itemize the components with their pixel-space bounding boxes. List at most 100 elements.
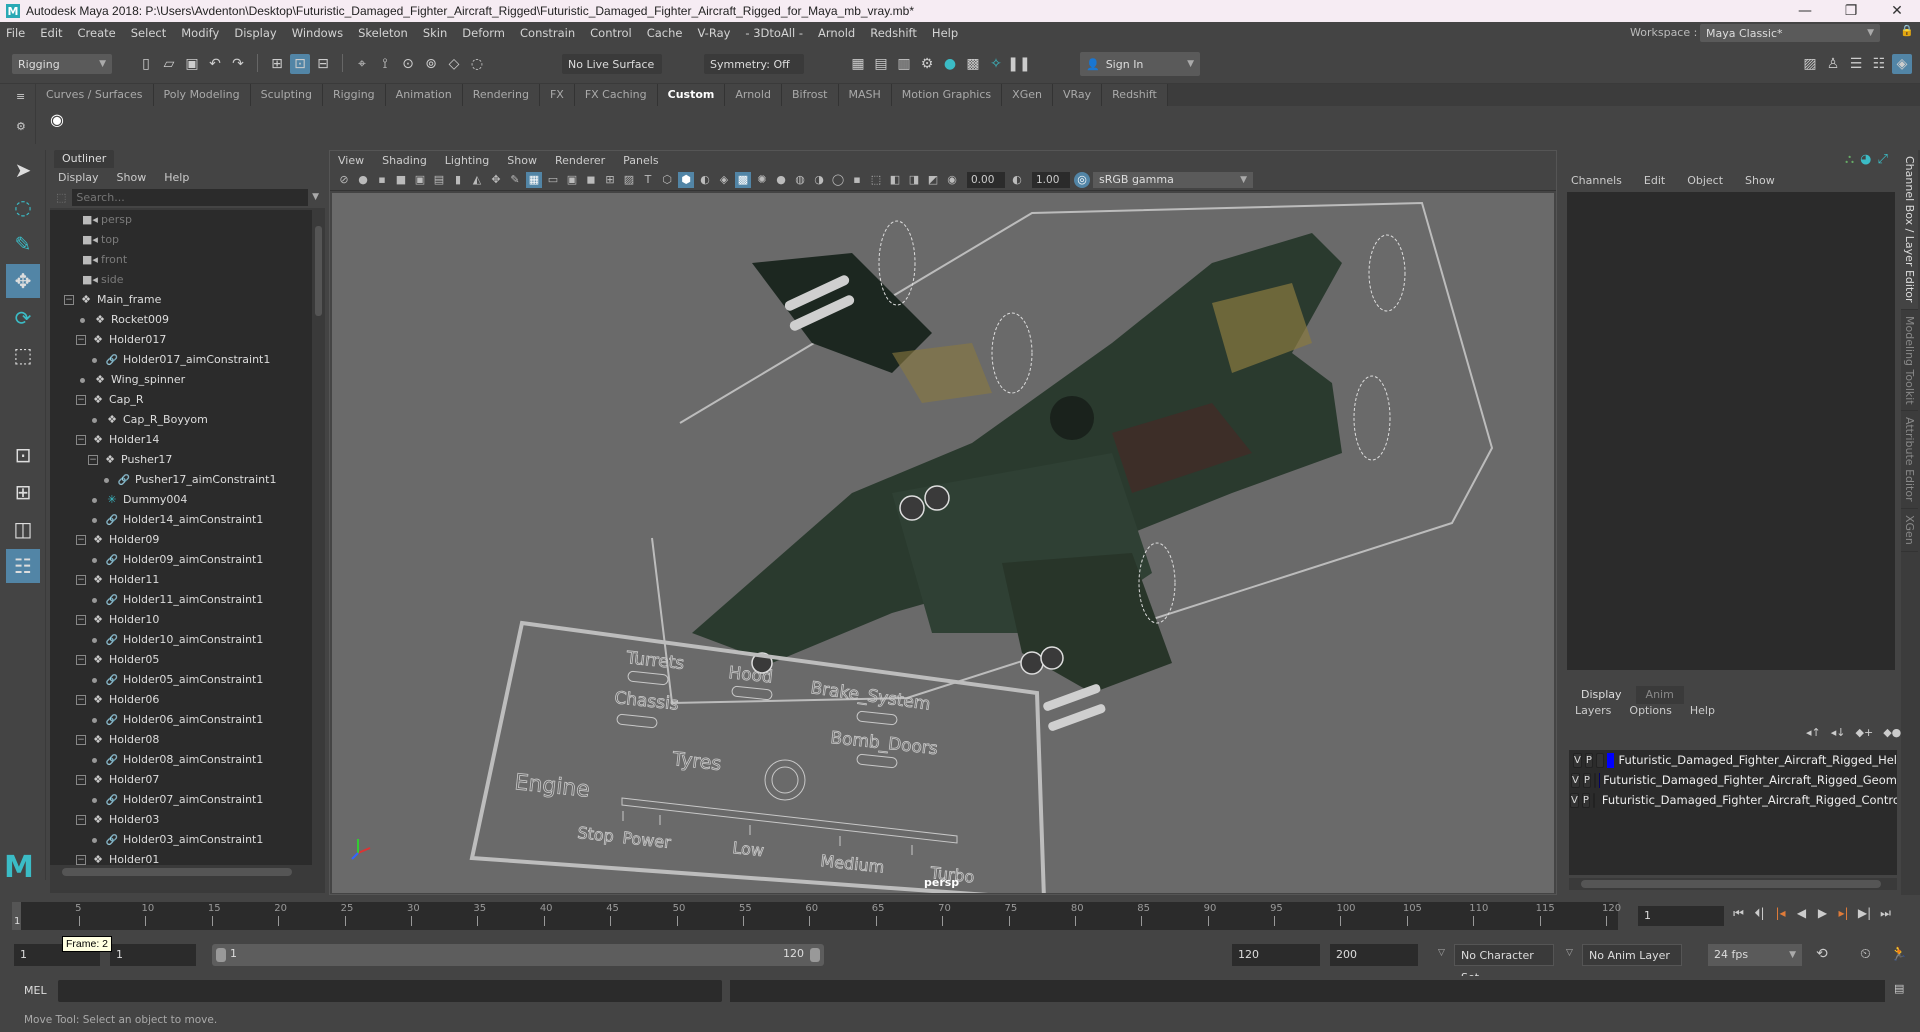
chevron-down-icon[interactable]: ▽ bbox=[1566, 948, 1573, 958]
tab-display[interactable]: Display bbox=[1571, 686, 1632, 704]
viewport-menu-panels[interactable]: Panels bbox=[623, 154, 658, 167]
collapse-toggle[interactable]: − bbox=[76, 855, 86, 865]
outliner-menu-display[interactable]: Display bbox=[58, 171, 99, 184]
shadows-icon[interactable]: ● bbox=[773, 172, 789, 188]
go-to-end-icon[interactable]: ⏭ bbox=[1875, 906, 1896, 921]
menu-display[interactable]: Display bbox=[234, 26, 276, 40]
channel-box-menu-edit[interactable]: Edit bbox=[1644, 174, 1665, 187]
color-management-toggle-icon[interactable]: ◎ bbox=[1074, 171, 1090, 188]
menu-skeleton[interactable]: Skeleton bbox=[358, 26, 408, 40]
outliner-item[interactable]: 🔗 Holder03_aimConstraint1 bbox=[50, 830, 312, 850]
outliner-menu-help[interactable]: Help bbox=[164, 171, 189, 184]
playback-range-bar[interactable]: 1 120 bbox=[212, 944, 824, 966]
prev-key-icon[interactable]: |◂ bbox=[1770, 906, 1791, 921]
menu-set-dropdown[interactable]: Rigging ▼ bbox=[12, 54, 112, 74]
range-start-handle[interactable] bbox=[216, 948, 226, 962]
motion-blur-icon[interactable]: ◑ bbox=[811, 172, 827, 188]
menu-3dtoall[interactable]: - 3DtoAll - bbox=[745, 26, 803, 40]
outliner-item[interactable]: − ❖ Main_frame bbox=[50, 290, 312, 310]
character-set-dropdown[interactable]: No Character Set bbox=[1454, 944, 1554, 984]
select-camera-icon[interactable]: ⊘ bbox=[336, 172, 352, 188]
lock-icon[interactable]: 🔒 bbox=[1900, 24, 1914, 37]
outliner-item[interactable]: 🔗 Holder11_aimConstraint1 bbox=[50, 590, 312, 610]
gate-mask-icon[interactable]: ◼ bbox=[583, 172, 599, 188]
minimize-button[interactable]: — bbox=[1782, 3, 1828, 19]
outliner-item[interactable]: − ❖ Holder10 bbox=[50, 610, 312, 630]
single-view-icon[interactable]: ⊡ bbox=[6, 438, 40, 472]
bookmark-icon[interactable]: ▪ bbox=[374, 172, 390, 188]
live-surface-field[interactable]: No Live Surface bbox=[562, 54, 662, 74]
collapse-toggle[interactable]: − bbox=[76, 655, 86, 665]
collapse-toggle[interactable]: − bbox=[76, 395, 86, 405]
viewport-menu-view[interactable]: View bbox=[338, 154, 364, 167]
menu-cache[interactable]: Cache bbox=[647, 26, 683, 40]
shelf-tab-animation[interactable]: Animation bbox=[385, 84, 463, 106]
close-button[interactable]: ✕ bbox=[1874, 3, 1920, 19]
wireframe-on-shaded-icon[interactable]: ◈ bbox=[716, 172, 732, 188]
rotate-tool-icon[interactable]: ⟳ bbox=[6, 301, 40, 335]
collapse-toggle[interactable]: − bbox=[76, 435, 86, 445]
snap-point-icon[interactable]: ⊙ bbox=[398, 54, 418, 74]
default-material-icon[interactable]: ◐ bbox=[697, 172, 713, 188]
open-scene-icon[interactable]: ▱ bbox=[159, 54, 179, 74]
shelf-tab-curves-surfaces[interactable]: Curves / Surfaces bbox=[36, 84, 154, 106]
playback-start-field[interactable]: 1 bbox=[110, 944, 196, 966]
shelf-tab-xgen[interactable]: XGen bbox=[1002, 84, 1053, 106]
go-to-start-icon[interactable]: ⏮ bbox=[1728, 906, 1749, 921]
outliner-item[interactable]: ❖ Cap_R_Boyyom bbox=[50, 410, 312, 430]
menu-redshift[interactable]: Redshift bbox=[870, 26, 917, 40]
menu-help[interactable]: Help bbox=[932, 26, 958, 40]
outliner-item[interactable]: − ❖ Holder14 bbox=[50, 430, 312, 450]
sign-in-button[interactable]: 👤 Sign In ▼ bbox=[1080, 52, 1200, 76]
outliner-item[interactable]: − ❖ Holder017 bbox=[50, 330, 312, 350]
outliner-layout-icon[interactable]: ☷ bbox=[6, 549, 40, 583]
menu-select[interactable]: Select bbox=[131, 26, 166, 40]
view-transform-dropdown[interactable]: sRGB gamma ▼ bbox=[1093, 171, 1253, 188]
move-layer-up-icon[interactable]: ◂↑ bbox=[1806, 726, 1821, 739]
exposure-icon[interactable]: ◉ bbox=[944, 172, 960, 188]
side-tab-xgen[interactable]: XGen bbox=[1901, 509, 1918, 552]
move-tool-icon[interactable]: ✥ bbox=[6, 264, 40, 298]
layer-playback-toggle[interactable]: P bbox=[1584, 752, 1593, 768]
shelf-tab-rigging[interactable]: Rigging bbox=[322, 84, 386, 106]
smooth-shade-icon[interactable]: ⬢ bbox=[678, 171, 694, 188]
xray-active-icon[interactable]: ◨ bbox=[906, 172, 922, 188]
time-ruler[interactable]: 1 5 10 15 20 25 30 35 40 45 50 55 60 65 70 75 80 85 90 95 1… bbox=[12, 902, 1621, 930]
make-live-icon[interactable]: ◇ bbox=[444, 54, 464, 74]
filter-icon[interactable]: ⬚ bbox=[56, 191, 66, 204]
wireframe-icon[interactable]: ⬡ bbox=[659, 172, 675, 188]
select-component-icon[interactable]: ⊟ bbox=[313, 54, 333, 74]
layer-color-swatch[interactable] bbox=[1606, 752, 1615, 768]
render-sequence-icon[interactable]: ▤ bbox=[871, 54, 891, 74]
outliner-item[interactable]: ■◂ persp bbox=[50, 210, 312, 230]
shelf-tab-poly-modeling[interactable]: Poly Modeling bbox=[153, 84, 251, 106]
step-forward-icon[interactable]: ▶| bbox=[1854, 906, 1875, 921]
menu-file[interactable]: File bbox=[6, 26, 25, 40]
3d-scene-view[interactable]: Turrets Hood Brake_System Chassis Bomb_D… bbox=[332, 193, 1554, 893]
side-tab-modeling-toolkit[interactable]: Modeling Toolkit bbox=[1901, 310, 1918, 412]
playback-end-field[interactable]: 120 bbox=[1232, 944, 1320, 966]
menu-windows[interactable]: Windows bbox=[292, 26, 343, 40]
layer-visibility-toggle[interactable]: V bbox=[1571, 772, 1580, 788]
isolate-select-icon[interactable]: ▪ bbox=[849, 172, 865, 188]
outliner-search-input[interactable] bbox=[72, 188, 309, 206]
outliner-item[interactable]: − ❖ Holder07 bbox=[50, 770, 312, 790]
outliner-item[interactable]: ■◂ top bbox=[50, 230, 312, 250]
layer-visibility-toggle[interactable]: V bbox=[1573, 752, 1582, 768]
channel-box-menu-show[interactable]: Show bbox=[1745, 174, 1775, 187]
shelf-tab-redshift[interactable]: Redshift bbox=[1102, 84, 1168, 106]
use-all-lights-icon[interactable]: ✺ bbox=[754, 172, 770, 188]
collapse-toggle[interactable]: − bbox=[64, 295, 74, 305]
anim-layer-dropdown[interactable]: No Anim Layer bbox=[1582, 944, 1682, 966]
menu-arnold[interactable]: Arnold bbox=[818, 26, 855, 40]
play-forward-icon[interactable]: ▶ bbox=[1812, 906, 1833, 921]
bookmarks-icon[interactable]: ▮ bbox=[450, 172, 466, 188]
scale-tool-icon[interactable]: ⬚ bbox=[6, 338, 40, 372]
textured-icon[interactable]: ▩ bbox=[735, 171, 751, 188]
outliner-item[interactable]: ✳ Dummy004 bbox=[50, 490, 312, 510]
shelf-gear-icon[interactable]: ⚙ bbox=[16, 120, 26, 133]
camera-attributes-icon[interactable]: ▤ bbox=[431, 172, 447, 188]
outliner-item[interactable]: ❖ Wing_spinner bbox=[50, 370, 312, 390]
menu-v-ray[interactable]: V-Ray bbox=[697, 26, 730, 40]
ambient-occlusion-icon[interactable]: ◍ bbox=[792, 172, 808, 188]
